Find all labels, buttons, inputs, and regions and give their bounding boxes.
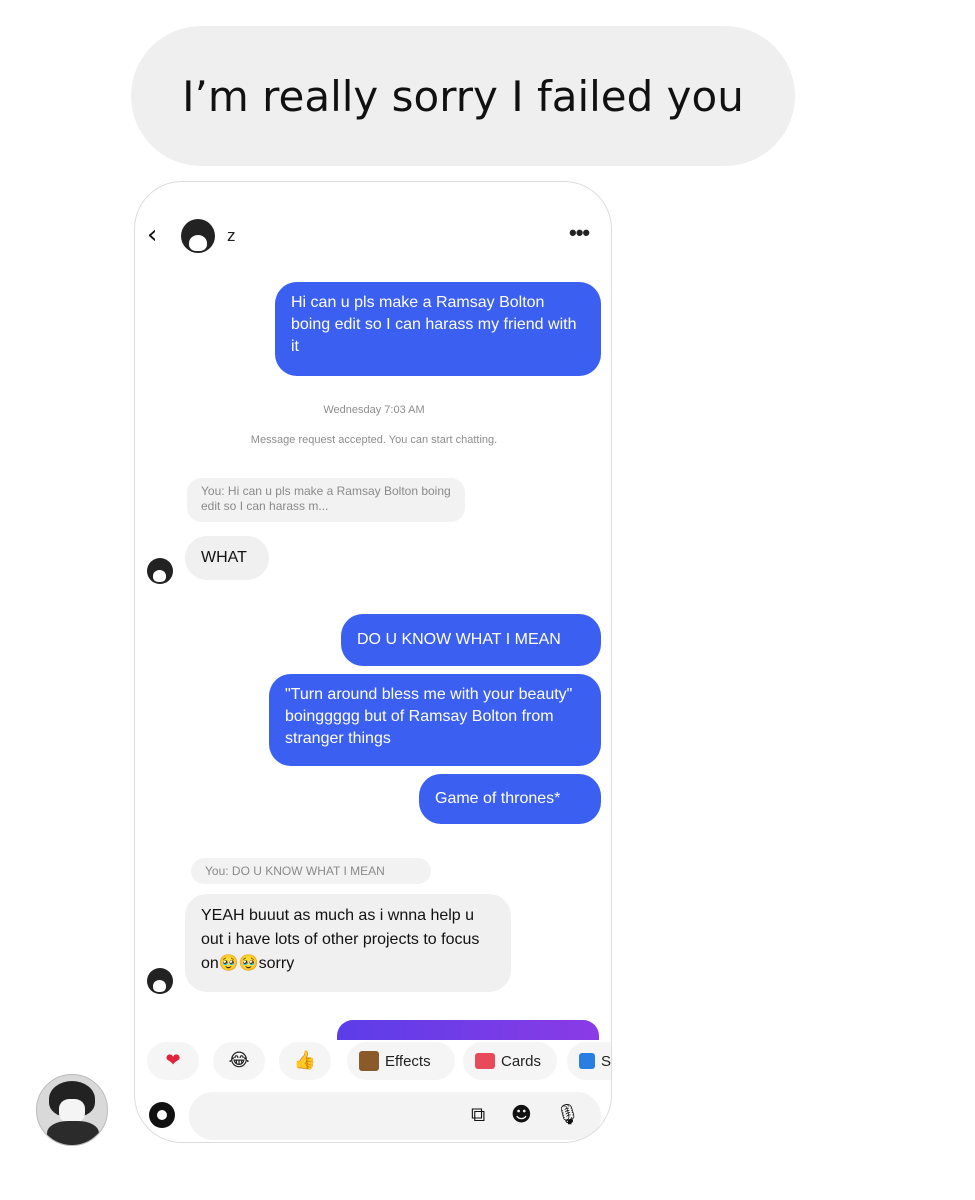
thumbs-up-icon: 👍: [293, 1050, 317, 1071]
more-chip-button[interactable]: S: [567, 1042, 611, 1080]
sent-message[interactable]: "Turn around bless me with your beauty" …: [269, 674, 601, 766]
received-message[interactable]: YEAH buuut as much as i wnna help u out …: [185, 894, 511, 992]
sender-avatar: [147, 968, 173, 994]
heart-reaction-button[interactable]: ❤: [147, 1042, 199, 1080]
contact-name[interactable]: z: [227, 226, 236, 246]
laughing-emoji-icon: 😂: [228, 1050, 250, 1071]
caption-text: I’m really sorry I failed you: [182, 71, 744, 121]
message-composer: ⧉ ☻ 🎙: [135, 1090, 611, 1142]
sent-message[interactable]: Game of thrones*: [419, 774, 601, 824]
dm-screenshot: ‹ z ••• Hi can u pls make a Ramsay Bolto…: [134, 181, 612, 1143]
timestamp: Wednesday 7:03 AM: [323, 404, 425, 416]
sent-message[interactable]: Hi can u pls make a Ramsay Bolton boing …: [275, 282, 601, 376]
laugh-reaction-button[interactable]: 😂: [213, 1042, 265, 1080]
camera-icon[interactable]: [149, 1102, 175, 1128]
effects-button[interactable]: Effects: [347, 1042, 455, 1080]
system-note: Message request accepted. You can start …: [250, 434, 498, 446]
heart-icon: ❤: [165, 1050, 181, 1071]
quick-reaction-toolbar: ❤ 😂 👍 Effects Cards S: [135, 1042, 611, 1086]
more-chip-icon: [579, 1053, 595, 1069]
sent-message-partial: [337, 1020, 599, 1040]
sender-avatar: [147, 558, 173, 584]
reply-preview: You: Hi can u pls make a Ramsay Bolton b…: [187, 478, 465, 522]
reply-preview: You: DO U KNOW WHAT I MEAN: [191, 858, 431, 884]
sticker-icon[interactable]: ☻: [511, 1104, 532, 1124]
more-options-icon[interactable]: •••: [569, 220, 590, 246]
poster-avatar[interactable]: [36, 1074, 108, 1146]
contact-avatar[interactable]: [181, 219, 215, 253]
cards-icon: [475, 1053, 495, 1069]
mic-icon[interactable]: 🎙: [555, 1104, 580, 1124]
gallery-icon[interactable]: ⧉: [471, 1104, 485, 1124]
effects-icon: [359, 1051, 379, 1071]
thumbs-up-button[interactable]: 👍: [279, 1042, 331, 1080]
received-message[interactable]: WHAT: [185, 536, 269, 580]
cards-button[interactable]: Cards: [463, 1042, 557, 1080]
sent-message[interactable]: DO U KNOW WHAT I MEAN: [341, 614, 601, 666]
back-arrow-icon[interactable]: ‹: [147, 222, 167, 248]
caption-bubble: I’m really sorry I failed you: [131, 26, 795, 166]
message-input[interactable]: [189, 1092, 601, 1140]
